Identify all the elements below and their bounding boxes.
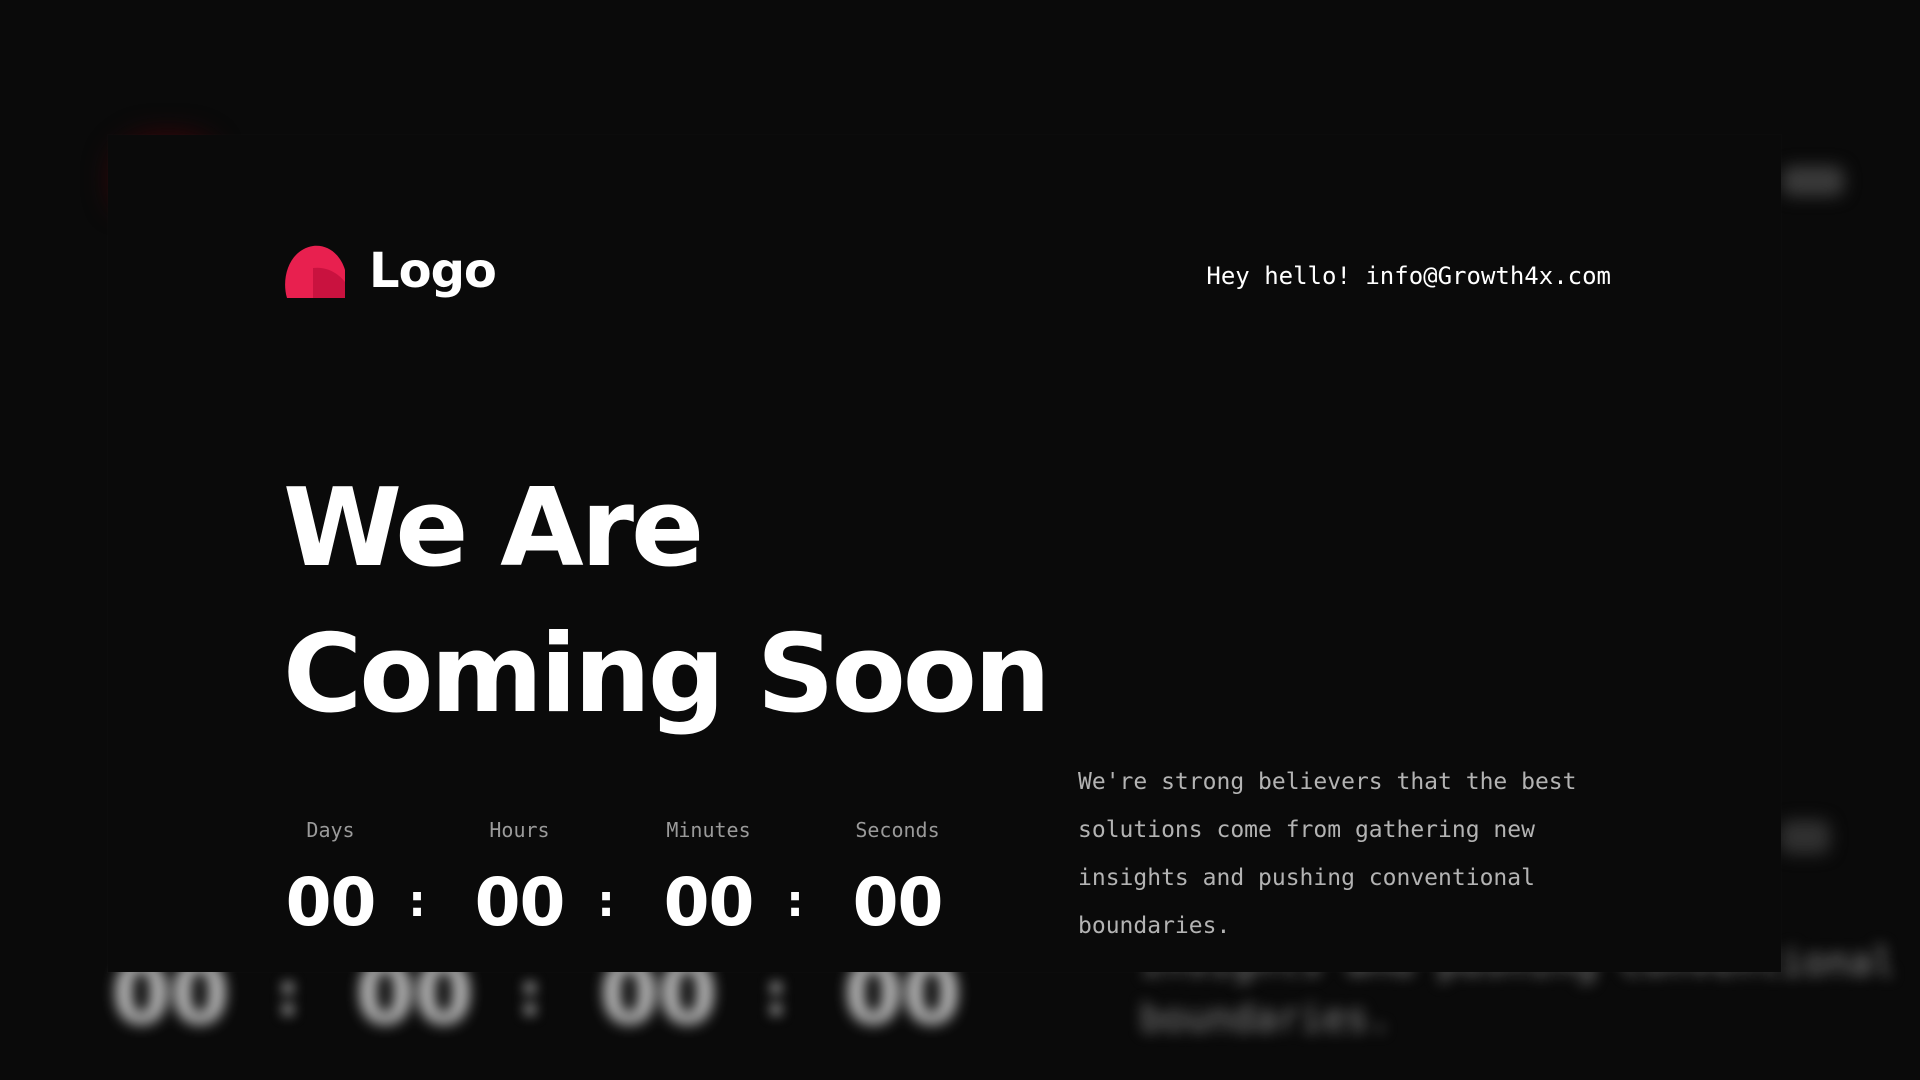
countdown-separator: : [786,876,804,927]
logo[interactable]: Logo [283,242,497,304]
countdown-hours-label: Hours [489,818,550,842]
countdown-seconds-value: 00 [852,864,944,941]
description-text: We're strong believers that the best sol… [1078,769,1577,939]
countdown-hours: Hours 00 [472,816,567,936]
logo-shape-icon [283,242,349,304]
countdown-minutes: Minutes 00 [661,816,756,936]
contact-info: Hey hello! info@Growth4x.com [1206,262,1611,290]
logo-text: Logo [369,243,497,299]
background-description-fragment: boundaries. [1140,996,1392,1040]
countdown-separator: : [597,876,615,927]
background-text-fragment [1780,820,1830,854]
countdown-days-value: 00 [285,864,377,941]
countdown-timer: Days 00 : Hours 00 : Minutes 00 : Second… [283,816,953,946]
background-countdown-separator: : [764,960,788,1030]
countdown-days-label: Days [306,818,355,842]
page-title: We Are Coming Soon [283,456,1051,748]
background-text-fragment [1782,166,1844,196]
countdown-minutes-value: 00 [663,864,755,941]
countdown-hours-value: 00 [474,864,566,941]
background-countdown-separator: : [276,960,300,1030]
countdown-seconds: Seconds 00 [850,816,945,936]
headline-line-1: We Are [283,466,704,591]
contact-email-link[interactable]: info@Growth4x.com [1365,262,1611,290]
countdown-days: Days 00 [283,816,378,936]
contact-greeting: Hey hello! [1206,262,1351,290]
background-countdown-separator: : [518,960,542,1030]
countdown-separator: : [408,876,426,927]
countdown-minutes-label: Minutes [666,818,751,842]
headline-line-2: Coming Soon [283,612,1051,737]
countdown-seconds-label: Seconds [855,818,940,842]
